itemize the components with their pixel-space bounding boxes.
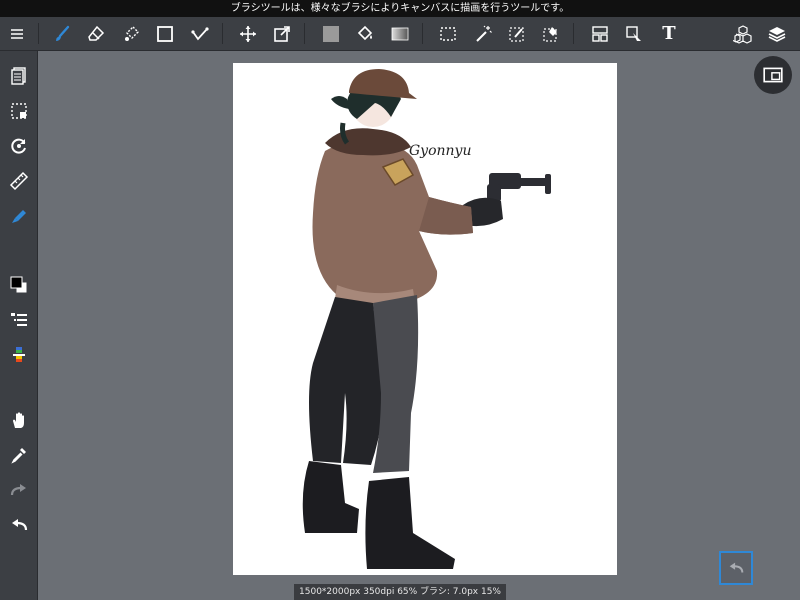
selection-icon bbox=[10, 103, 27, 119]
layer-list-icon bbox=[10, 313, 27, 326]
pages-button[interactable] bbox=[0, 61, 37, 91]
fill-color-icon bbox=[323, 25, 339, 42]
gradient-icon bbox=[391, 27, 409, 40]
3d-button[interactable] bbox=[728, 17, 758, 50]
eraser-tool-button[interactable] bbox=[81, 17, 111, 50]
select-move-button[interactable] bbox=[619, 17, 649, 50]
undo-icon bbox=[11, 519, 27, 531]
redo-icon bbox=[10, 484, 26, 496]
gradient-tool-button[interactable] bbox=[385, 17, 415, 50]
check-stroke-icon bbox=[191, 26, 209, 40]
brush-marker-icon bbox=[11, 210, 26, 223]
redo-button[interactable] bbox=[0, 475, 37, 505]
lasso-select-icon bbox=[509, 26, 524, 42]
rect-select-icon bbox=[440, 26, 456, 41]
rectangle-shape-icon bbox=[157, 25, 173, 42]
transform-icon bbox=[274, 25, 290, 42]
select-pen-button[interactable] bbox=[502, 17, 532, 50]
move-icon bbox=[240, 25, 256, 42]
color-swatch-icon bbox=[10, 276, 27, 294]
hand-button[interactable] bbox=[0, 405, 37, 435]
select-move-icon bbox=[626, 25, 641, 41]
rect-select-button[interactable] bbox=[433, 17, 463, 50]
select-eraser-button[interactable] bbox=[536, 17, 566, 50]
blur-eraser-icon bbox=[125, 25, 139, 41]
navigator-button[interactable] bbox=[754, 56, 792, 94]
eraser-icon bbox=[88, 25, 105, 41]
layer-list-button[interactable] bbox=[0, 305, 37, 335]
frame-icon bbox=[592, 25, 608, 42]
transform-tool-button[interactable] bbox=[267, 17, 297, 50]
select-pen-icon bbox=[543, 26, 557, 42]
ruler-icon bbox=[9, 171, 28, 191]
brush-icon bbox=[56, 25, 70, 41]
blur-eraser-tool-button[interactable] bbox=[116, 17, 146, 50]
status-bar: 1500*2000px 350dpi 65% ブラシ: 7.0px 15% bbox=[294, 584, 506, 600]
magic-wand-button[interactable] bbox=[468, 17, 498, 50]
toolbar-divider bbox=[38, 23, 39, 44]
eyedropper-icon bbox=[10, 448, 26, 464]
magic-wand-icon bbox=[476, 25, 492, 42]
menu-icon bbox=[11, 28, 23, 39]
character-illustration: Gyonnyu bbox=[302, 69, 551, 569]
toolbar-divider bbox=[304, 23, 305, 44]
fill-color-button[interactable] bbox=[316, 17, 346, 50]
brush-marker-button[interactable] bbox=[0, 201, 37, 231]
frame-tool-button[interactable] bbox=[585, 17, 615, 50]
toolbar-divider bbox=[573, 23, 574, 44]
color-palette-button[interactable] bbox=[0, 340, 37, 370]
rotate-button[interactable] bbox=[0, 131, 37, 161]
top-toolbar: T bbox=[0, 17, 800, 51]
tool-tip-bar: ブラシツールは、様々なブラシによりキャンバスに描画を行うツールです。 bbox=[0, 0, 800, 17]
rotate-icon bbox=[10, 138, 26, 154]
rectangle-tool-button[interactable] bbox=[150, 17, 180, 50]
text-tool-button[interactable]: T bbox=[654, 17, 684, 50]
floating-undo-button[interactable] bbox=[719, 551, 753, 585]
color-swatch-button[interactable] bbox=[0, 270, 37, 300]
undo-button[interactable] bbox=[0, 510, 37, 540]
toolbar-divider bbox=[422, 23, 423, 44]
move-tool-button[interactable] bbox=[233, 17, 263, 50]
stroke-tool-button[interactable] bbox=[185, 17, 215, 50]
layers-icon bbox=[768, 26, 786, 42]
color-palette-icon bbox=[12, 347, 25, 362]
undo-icon bbox=[729, 562, 744, 573]
text-tool-label: T bbox=[662, 23, 676, 44]
hand-icon bbox=[12, 412, 24, 428]
canvas-page[interactable]: Gyonnyu bbox=[233, 63, 617, 575]
selection-button[interactable] bbox=[0, 96, 37, 126]
navigator-icon bbox=[763, 67, 783, 83]
bucket-tool-button[interactable] bbox=[350, 17, 380, 50]
pages-icon bbox=[10, 67, 26, 85]
toolbar-divider bbox=[222, 23, 223, 44]
ruler-button[interactable] bbox=[0, 166, 37, 196]
3d-cubes-icon bbox=[733, 24, 752, 44]
brush-tool-button[interactable] bbox=[47, 17, 77, 50]
signature-text: Gyonnyu bbox=[409, 143, 471, 159]
left-sidebar bbox=[0, 51, 38, 600]
bucket-icon bbox=[357, 25, 373, 40]
menu-button[interactable] bbox=[2, 17, 32, 50]
layers-button[interactable] bbox=[762, 17, 792, 50]
eyedropper-button[interactable] bbox=[0, 440, 37, 470]
